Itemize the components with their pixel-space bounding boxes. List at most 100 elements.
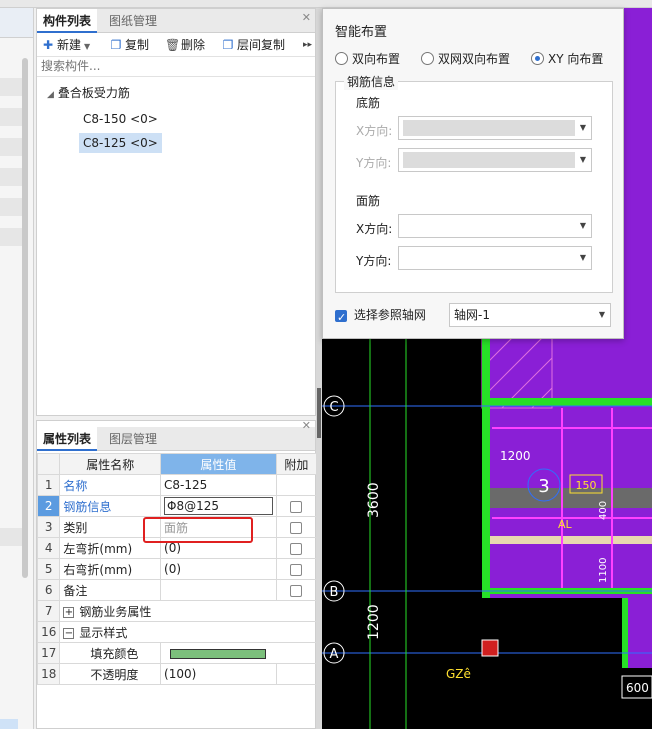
splitter-grip[interactable] [317, 388, 321, 438]
tab-component-list[interactable]: 构件列表 [37, 9, 98, 33]
collapse-icon[interactable]: − [63, 627, 75, 639]
radio-selected-icon[interactable] [531, 52, 544, 65]
table-row[interactable]: 5 右弯折(mm) (0) [36, 558, 318, 580]
tree-item-c8-125[interactable]: C8-125 <0> [79, 133, 162, 153]
table-row[interactable]: 6 备注 [36, 579, 318, 601]
expand-icon[interactable]: + [63, 606, 75, 618]
extra-checkbox[interactable] [290, 563, 303, 576]
wall [482, 398, 652, 406]
ref-grid-select[interactable]: 轴网-1 ▼ [449, 303, 611, 327]
chevron-down-icon[interactable]: ▼ [580, 221, 586, 230]
radio-xy[interactable]: XY 向布置 [531, 49, 603, 69]
floor-copy-button[interactable]: ❐ 层间复制 [221, 35, 285, 55]
close-icon[interactable]: ✕ [302, 11, 311, 24]
delete-button[interactable]: 🗑删除 [165, 35, 205, 55]
top-toolbar-strip [0, 0, 652, 8]
property-value[interactable]: (100) [160, 663, 277, 685]
top-rebar-label: 面筋 [356, 194, 381, 208]
radio-label: 双网双向布置 [438, 52, 511, 66]
radio-icon[interactable] [335, 52, 348, 65]
left-panel-row[interactable] [0, 528, 22, 546]
bottom-y-label: Y方向: [356, 156, 392, 170]
property-value-cell: Φ8@125 [160, 495, 277, 517]
bottom-rebar-label: 底筋 [356, 96, 381, 110]
bottom-x-label: X方向: [356, 124, 393, 138]
tree-group-slab-rebar[interactable]: ◢ 叠合板受力筋 [47, 83, 130, 103]
extra-column-header: 附加 [275, 453, 318, 475]
left-panel-row[interactable] [0, 228, 22, 246]
dimension-600: 600 [626, 681, 649, 695]
row-number: 6 [36, 579, 61, 601]
chevron-down-icon: ▼ [579, 155, 586, 164]
row-number: 3 [36, 516, 61, 538]
table-row[interactable]: 7 + 钢筋业务属性 [36, 600, 317, 622]
more-icon[interactable]: ▸▸ [303, 35, 312, 55]
bottom-y-select: ▼ [398, 148, 592, 172]
chevron-down-icon[interactable]: ▼ [84, 42, 90, 51]
extra-cell [275, 537, 318, 559]
row-number: 1 [36, 474, 61, 496]
value-column-header: 属性值 [160, 453, 277, 475]
property-name: 备注 [59, 579, 162, 601]
top-y-select[interactable]: ▼ [398, 246, 592, 270]
property-value[interactable]: C8-125 [160, 474, 277, 496]
tab-property-list[interactable]: 属性列表 [37, 427, 98, 451]
extra-checkbox[interactable] [290, 542, 303, 555]
disabled-fill [403, 152, 575, 168]
copy-button[interactable]: ❐ 复制 [109, 35, 149, 55]
radio-double-net[interactable]: 双网双向布置 [421, 49, 510, 69]
top-x-label: X方向: [356, 222, 393, 236]
row-number: 5 [36, 558, 61, 580]
extra-checkbox[interactable] [290, 521, 303, 534]
left-panel-row[interactable] [0, 168, 22, 186]
axis-label-c: C [329, 400, 338, 415]
new-icon: ✚ [42, 38, 54, 52]
top-y-label: Y方向: [356, 254, 392, 268]
property-group-label: 显示样式 [79, 625, 128, 640]
fill-color-swatch[interactable] [170, 648, 267, 659]
wall [482, 338, 490, 598]
tree-item-c8-150[interactable]: C8-150 <0> [79, 109, 162, 129]
tab-layer-management[interactable]: 图层管理 [103, 427, 163, 451]
left-panel-header [0, 8, 33, 38]
property-value[interactable] [160, 579, 277, 601]
row-number: 16 [36, 621, 61, 643]
extra-checkbox[interactable] [290, 584, 303, 597]
rebar-info-input[interactable]: Φ8@125 [164, 497, 273, 515]
ref-grid-checkbox[interactable] [335, 308, 347, 328]
property-name: 不透明度 [59, 663, 162, 685]
property-value[interactable] [160, 642, 317, 664]
row-number: 17 [36, 642, 61, 664]
tab-drawing-management[interactable]: 图纸管理 [103, 9, 163, 33]
search-input[interactable] [37, 57, 277, 75]
property-name: 右弯折(mm) [59, 558, 162, 580]
row-number: 18 [36, 663, 61, 685]
radio-icon[interactable] [421, 52, 434, 65]
left-panel-row[interactable] [0, 138, 22, 156]
left-panel-row[interactable] [0, 198, 22, 216]
close-icon[interactable]: ✕ [302, 419, 311, 432]
extra-cell [275, 663, 318, 685]
chevron-down-icon[interactable]: ▼ [599, 304, 605, 326]
highlight-annotation [143, 517, 253, 543]
left-panel-row[interactable] [0, 108, 22, 126]
column-marker [481, 639, 499, 657]
new-button[interactable]: ✚ 新建 ▼ [41, 35, 90, 55]
radio-bidirectional[interactable]: 双向布置 [335, 49, 400, 69]
dimension-1200-b: 1200 [500, 449, 531, 463]
left-panel-scrollbar[interactable] [22, 58, 28, 578]
top-x-select[interactable]: ▼ [398, 214, 592, 238]
bottom-x-select: ▼ [398, 116, 592, 140]
chevron-down-icon[interactable]: ▼ [580, 253, 586, 262]
extra-checkbox[interactable] [290, 500, 303, 513]
table-row[interactable]: 2 钢筋信息 Φ8@125 [36, 495, 318, 517]
property-panel: 属性列表 图层管理 ✕ 属性名称 属性值 附加 1 名称 C8-125 2 钢筋… [36, 419, 318, 729]
table-row[interactable]: 1 名称 C8-125 [36, 474, 318, 496]
property-value[interactable]: (0) [160, 558, 277, 580]
caret-down-icon[interactable]: ◢ [47, 90, 54, 100]
table-row[interactable]: 17 填充颜色 [36, 642, 317, 664]
table-row[interactable]: 16 − 显示样式 [36, 621, 317, 643]
table-row[interactable]: 18 不透明度 (100) [36, 663, 318, 685]
left-panel-row[interactable] [0, 78, 22, 96]
ref-grid-checkbox-row[interactable]: 选择参照轴网 [335, 305, 426, 328]
